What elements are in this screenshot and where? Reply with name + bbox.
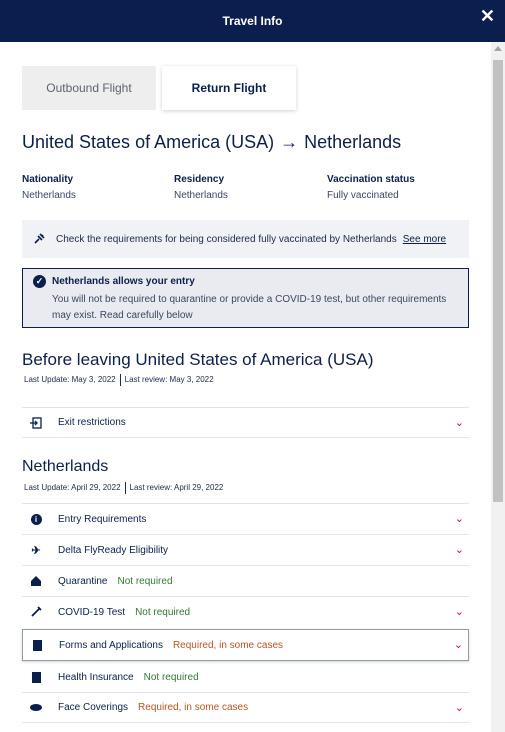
residency-block: Residency Netherlands	[174, 174, 228, 201]
exit-icon	[29, 416, 43, 430]
vaccination-note: Check the requirements for being conside…	[22, 220, 469, 258]
nationality-block: Nationality Netherlands	[22, 174, 76, 201]
residency-label: Residency	[174, 174, 225, 185]
vaccination-value: Fully vaccinated	[327, 190, 399, 201]
row-label: Exit restrictions	[58, 417, 126, 428]
row-entry-requirements[interactable]: i Entry Requirements ⌄	[22, 503, 469, 534]
entry-status-line-2: may exist. Read carefully below	[52, 310, 193, 321]
insurance-icon	[29, 670, 43, 684]
nationality-label: Nationality	[22, 174, 74, 185]
tab-outbound-flight[interactable]: Outbound Flight	[22, 66, 156, 110]
destination-section-title: Netherlands	[22, 458, 109, 475]
flight-tabs: Outbound Flight Return Flight	[22, 66, 469, 110]
row-label: Health Insurance	[58, 671, 134, 683]
modal-header: Travel Info ✕	[0, 0, 505, 42]
see-more-link[interactable]: See more	[403, 234, 446, 245]
document-icon	[30, 638, 44, 652]
scroll-up-icon[interactable]	[494, 46, 502, 51]
row-label: Forms and Applications	[59, 639, 163, 651]
chevron-down-icon[interactable]: ⌄	[454, 638, 463, 651]
route-destination: Netherlands	[304, 132, 402, 152]
row-label: Delta FlyReady Eligibility	[58, 544, 169, 556]
test-icon	[29, 605, 43, 619]
status-badge: Not required	[117, 575, 173, 587]
row-label: Quarantine	[58, 575, 108, 587]
before-leaving-title: Before leaving United States of America …	[22, 350, 374, 369]
scrollbar[interactable]	[491, 42, 505, 732]
row-label: Face Coverings	[58, 702, 129, 713]
chevron-down-icon[interactable]: ⌄	[455, 543, 464, 556]
route-origin: United States of America (USA)	[22, 132, 275, 152]
row-quarantine: Quarantine Not required	[22, 565, 469, 596]
chevron-down-icon[interactable]: ⌄	[455, 512, 464, 525]
row-forms-applications[interactable]: Forms and Applications Required, in some…	[22, 629, 469, 661]
chevron-down-icon[interactable]: ⌄	[455, 416, 464, 429]
row-exit-restrictions[interactable]: Exit restrictions ⌄	[22, 407, 469, 438]
status-badge: Not required	[135, 606, 191, 618]
status-badge: Not required	[143, 671, 199, 683]
check-circle-icon: ✓	[33, 275, 46, 288]
row-flyready-eligibility[interactable]: ✈ Delta FlyReady Eligibility ⌄	[22, 534, 469, 565]
row-label: Entry Requirements	[58, 513, 147, 525]
destination-last-review: Last review: April 29, 2022	[129, 483, 224, 493]
status-badge: Required, in some cases	[138, 702, 249, 713]
status-badge: Required, in some cases	[172, 639, 284, 651]
plane-icon: ✈	[31, 544, 41, 557]
scroll-thumb[interactable]	[493, 60, 503, 502]
vaccination-label: Vaccination status	[327, 174, 415, 185]
mask-icon	[29, 701, 43, 715]
before-leaving-dates: Last Update: May 3, 2022 Last review: May…	[24, 374, 214, 386]
row-face-coverings[interactable]: Face Coverings Required, in some cases ⌄	[22, 692, 469, 723]
nationality-value: Netherlands	[22, 190, 76, 201]
vaccination-note-text: Check the requirements for being conside…	[56, 233, 397, 245]
row-covid-test[interactable]: COVID-19 Test Not required ⌄	[22, 596, 469, 627]
modal-title: Travel Info	[222, 14, 283, 28]
row-label: COVID-19 Test	[58, 606, 126, 618]
entry-status-box: ✓ Netherlands allows your entry You will…	[22, 268, 469, 328]
before-leaving-last-review: Last review: May 3, 2022	[124, 375, 214, 385]
syringe-icon	[32, 232, 46, 246]
destination-last-update: Last Update: April 29, 2022	[24, 483, 121, 493]
close-icon[interactable]: ✕	[480, 6, 495, 26]
before-leaving-last-update: Last Update: May 3, 2022	[24, 375, 116, 385]
arrow-right-icon: →	[280, 132, 299, 152]
info-icon: i	[29, 512, 43, 526]
route-heading: United States of America (USA) → Netherlan…	[22, 132, 401, 153]
chevron-down-icon[interactable]: ⌄	[455, 605, 464, 618]
house-icon	[29, 574, 43, 588]
row-health-insurance: Health Insurance Not required	[22, 661, 469, 692]
destination-dates: Last Update: April 29, 2022 Last review: …	[24, 482, 223, 494]
entry-status-line-1: You will not be required to quarantine o…	[52, 294, 447, 305]
vaccination-block: Vaccination status Fully vaccinated	[327, 174, 415, 201]
chevron-down-icon[interactable]: ⌄	[455, 701, 464, 714]
tab-return-flight[interactable]: Return Flight	[162, 66, 296, 110]
residency-value: Netherlands	[174, 190, 228, 201]
entry-status-title: Netherlands allows your entry	[52, 276, 195, 287]
